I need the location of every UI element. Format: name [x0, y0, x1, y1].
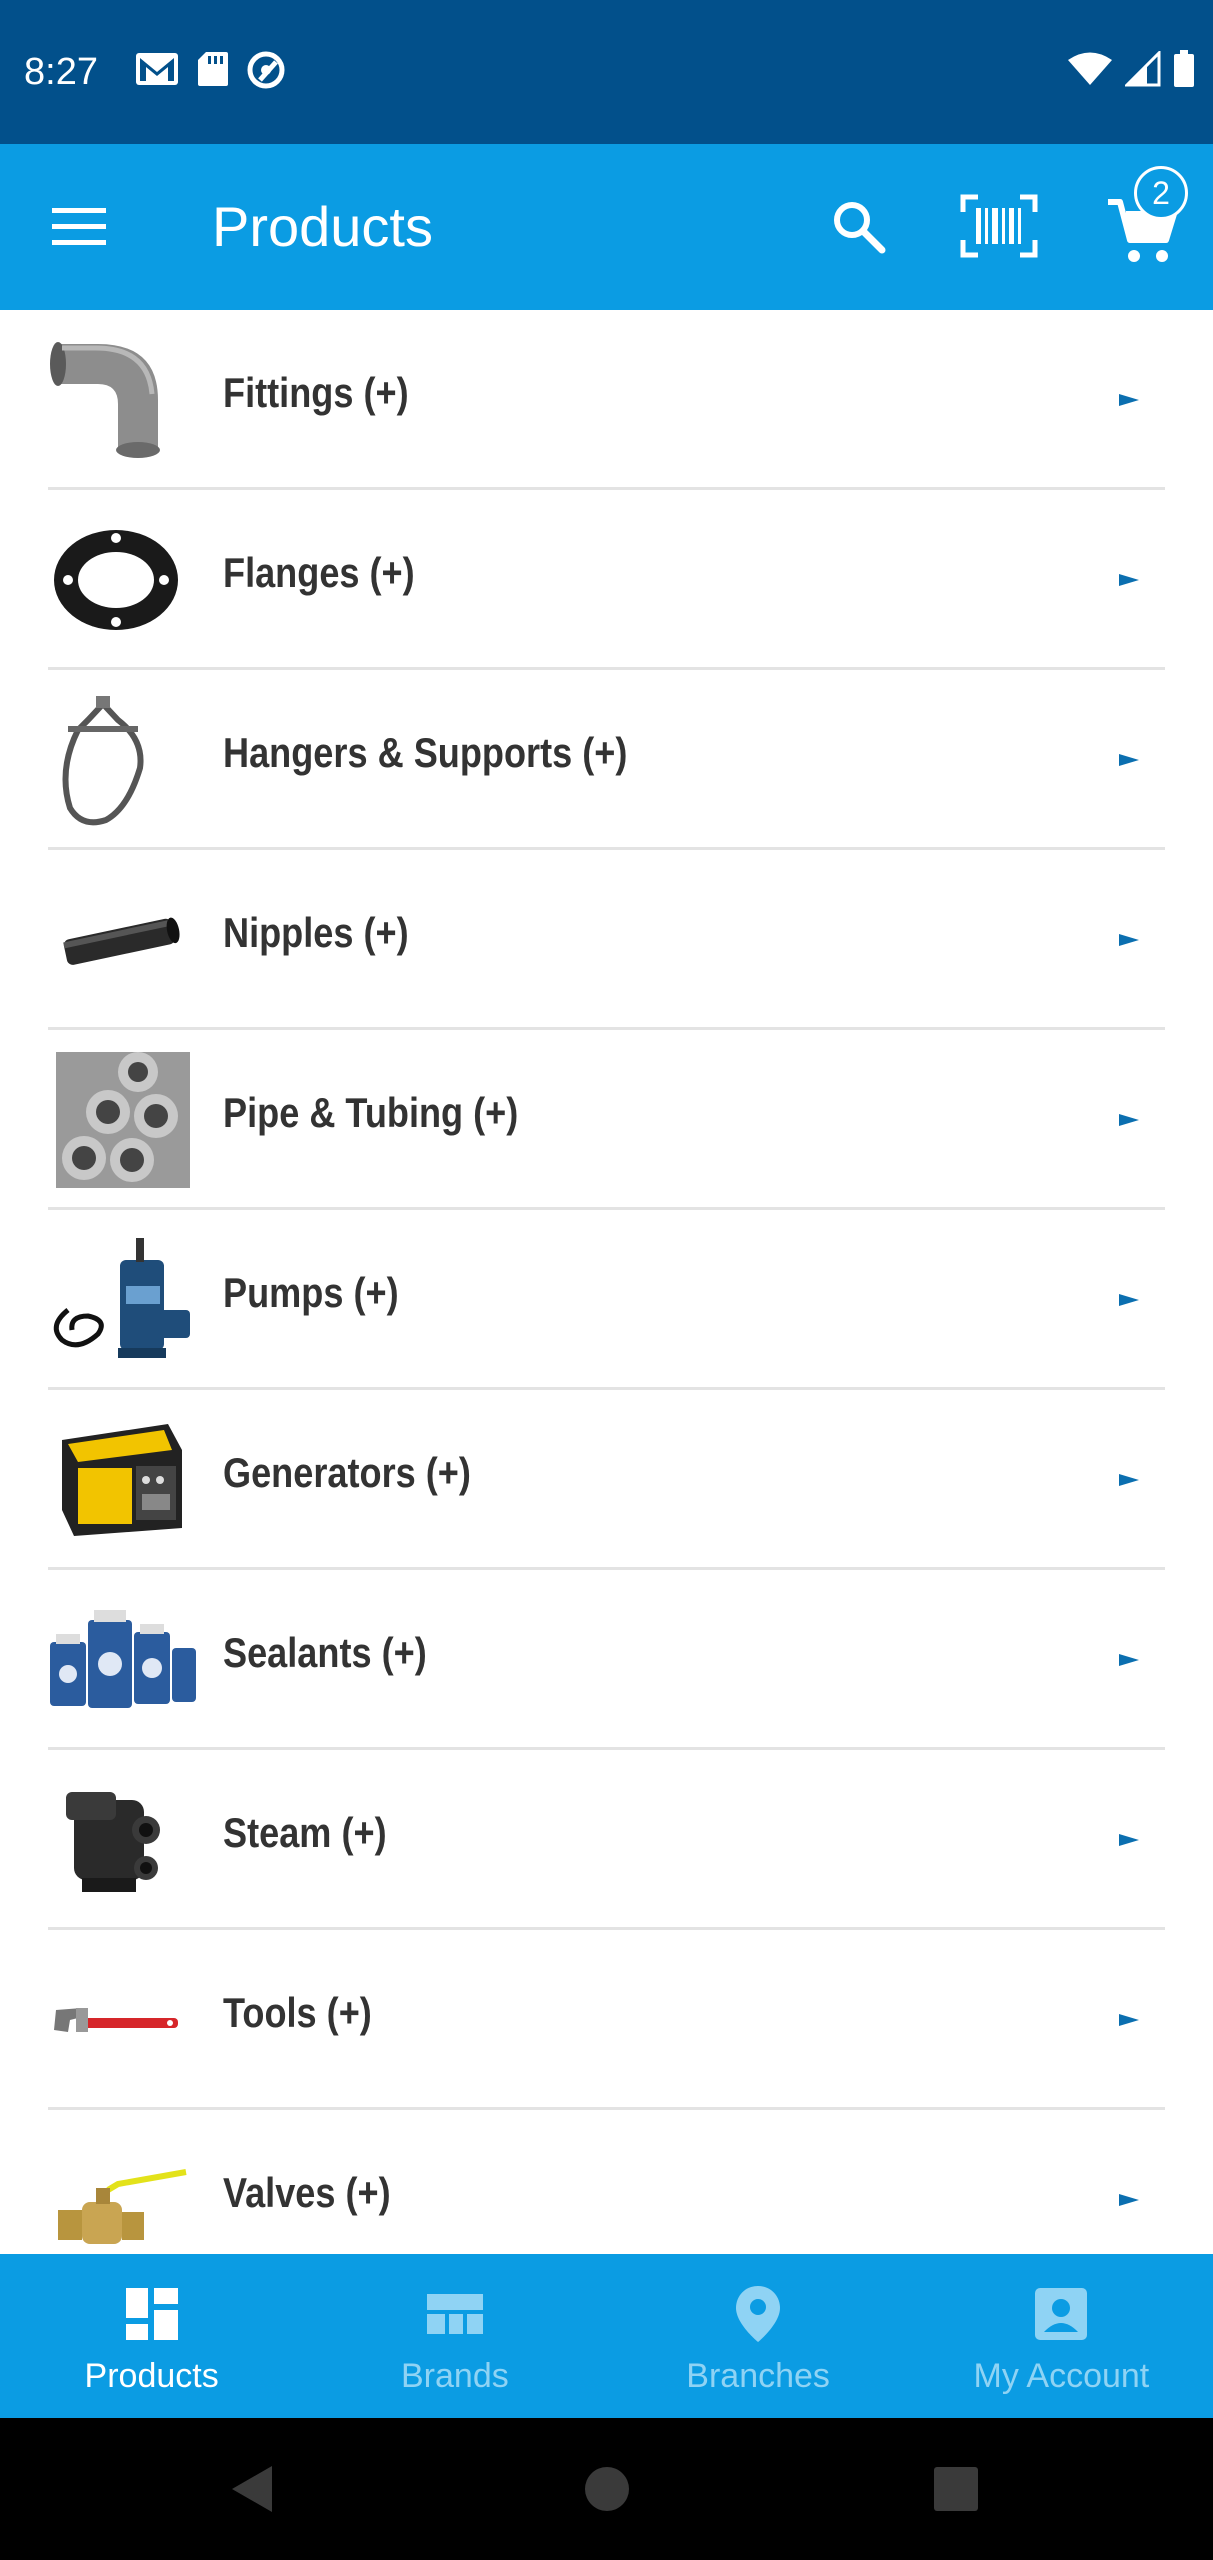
cart-count-badge: 2	[1134, 166, 1188, 220]
category-row-hangers-supports[interactable]: Hangers & Supports (+)	[48, 670, 1165, 850]
category-row-fittings[interactable]: Fittings (+)	[48, 310, 1165, 490]
battery-icon	[1173, 50, 1195, 88]
nav-tab-my-account[interactable]: My Account	[910, 2254, 1213, 2418]
chevron-right-icon	[1119, 2194, 1139, 2206]
nav-tab-brands[interactable]: Brands	[303, 2254, 606, 2418]
app-bar: Products 2	[0, 144, 1213, 310]
sd-card-icon	[196, 50, 230, 90]
sealant-cans-icon	[48, 1590, 198, 1730]
chevron-right-icon	[1119, 1294, 1139, 1306]
nav-tab-branches[interactable]: Branches	[607, 2254, 910, 2418]
category-label: Valves (+)	[223, 2169, 391, 2216]
chevron-right-icon	[1119, 574, 1139, 586]
nav-tab-products[interactable]: Products	[0, 2254, 303, 2418]
category-row-valves[interactable]: Valves (+)	[48, 2110, 1165, 2254]
category-row-flanges[interactable]: Flanges (+)	[48, 490, 1165, 670]
wifi-icon	[1067, 51, 1113, 87]
pump-icon	[48, 1230, 198, 1370]
status-bar: 8:27	[0, 0, 1213, 144]
category-row-pumps[interactable]: Pumps (+)	[48, 1210, 1165, 1390]
chevron-right-icon	[1119, 394, 1139, 406]
search-button[interactable]	[828, 196, 888, 256]
chevron-right-icon	[1119, 1654, 1139, 1666]
category-list: Fittings (+) Flanges (+) Hangers & Suppo…	[0, 310, 1213, 2254]
steam-trap-icon	[48, 1770, 198, 1910]
search-icon	[834, 202, 886, 254]
category-label: Hangers & Supports (+)	[223, 729, 628, 776]
nav-label: My Account	[973, 2357, 1150, 2395]
account-box-icon	[1035, 2288, 1088, 2340]
chevron-right-icon	[1119, 934, 1139, 946]
nav-label: Branches	[686, 2357, 830, 2395]
sync-off-icon	[246, 50, 286, 90]
recents-icon[interactable]	[932, 2464, 980, 2514]
back-icon[interactable]	[228, 2464, 276, 2514]
barcode-scan-icon	[960, 194, 1038, 258]
chevron-right-icon	[1119, 754, 1139, 766]
category-label: Nipples (+)	[223, 909, 409, 956]
ball-valve-icon	[48, 2130, 198, 2254]
flange-icon	[48, 510, 198, 650]
category-label: Sealants (+)	[223, 1629, 427, 1676]
pipes-icon	[48, 1050, 198, 1190]
category-row-generators[interactable]: Generators (+)	[48, 1390, 1165, 1570]
system-navigation-bar	[0, 2418, 1213, 2560]
chevron-right-icon	[1119, 1474, 1139, 1486]
brands-grid-icon	[426, 2294, 483, 2334]
chevron-right-icon	[1119, 2014, 1139, 2026]
chevron-right-icon	[1119, 1834, 1139, 1846]
nav-label: Products	[84, 2357, 219, 2395]
category-row-tools[interactable]: Tools (+)	[48, 1930, 1165, 2110]
status-system-icons	[1067, 50, 1195, 88]
gmail-icon	[134, 50, 180, 90]
chevron-right-icon	[1119, 1114, 1139, 1126]
status-time: 8:27	[24, 51, 98, 93]
category-label: Flanges (+)	[223, 549, 415, 596]
category-label: Fittings (+)	[223, 369, 409, 416]
category-label: Steam (+)	[223, 1809, 387, 1856]
barcode-scan-button[interactable]	[960, 194, 1038, 258]
category-row-steam[interactable]: Steam (+)	[48, 1750, 1165, 1930]
home-icon[interactable]	[583, 2464, 631, 2514]
category-row-sealants[interactable]: Sealants (+)	[48, 1570, 1165, 1750]
category-label: Pipe & Tubing (+)	[223, 1089, 519, 1136]
page-title: Products	[212, 195, 433, 258]
category-label: Generators (+)	[223, 1449, 471, 1496]
hanger-icon	[48, 690, 198, 830]
pipe-elbow-icon	[48, 330, 198, 470]
nipple-icon	[48, 870, 198, 1010]
hamburger-menu-icon	[52, 208, 106, 245]
cell-signal-icon	[1125, 51, 1161, 87]
category-label: Tools (+)	[223, 1989, 372, 2036]
nav-label: Brands	[401, 2357, 509, 2395]
pipe-wrench-icon	[48, 1950, 198, 2090]
location-pin-icon	[736, 2286, 781, 2342]
generator-icon	[48, 1410, 198, 1550]
category-row-nipples[interactable]: Nipples (+)	[48, 850, 1165, 1030]
category-label: Pumps (+)	[223, 1269, 399, 1316]
category-row-pipe-tubing[interactable]: Pipe & Tubing (+)	[48, 1030, 1165, 1210]
bottom-navigation: Products Brands Branches My Account	[0, 2254, 1213, 2418]
dashboard-icon	[125, 2288, 178, 2340]
menu-button[interactable]	[50, 202, 108, 250]
status-notification-icons	[134, 50, 286, 90]
